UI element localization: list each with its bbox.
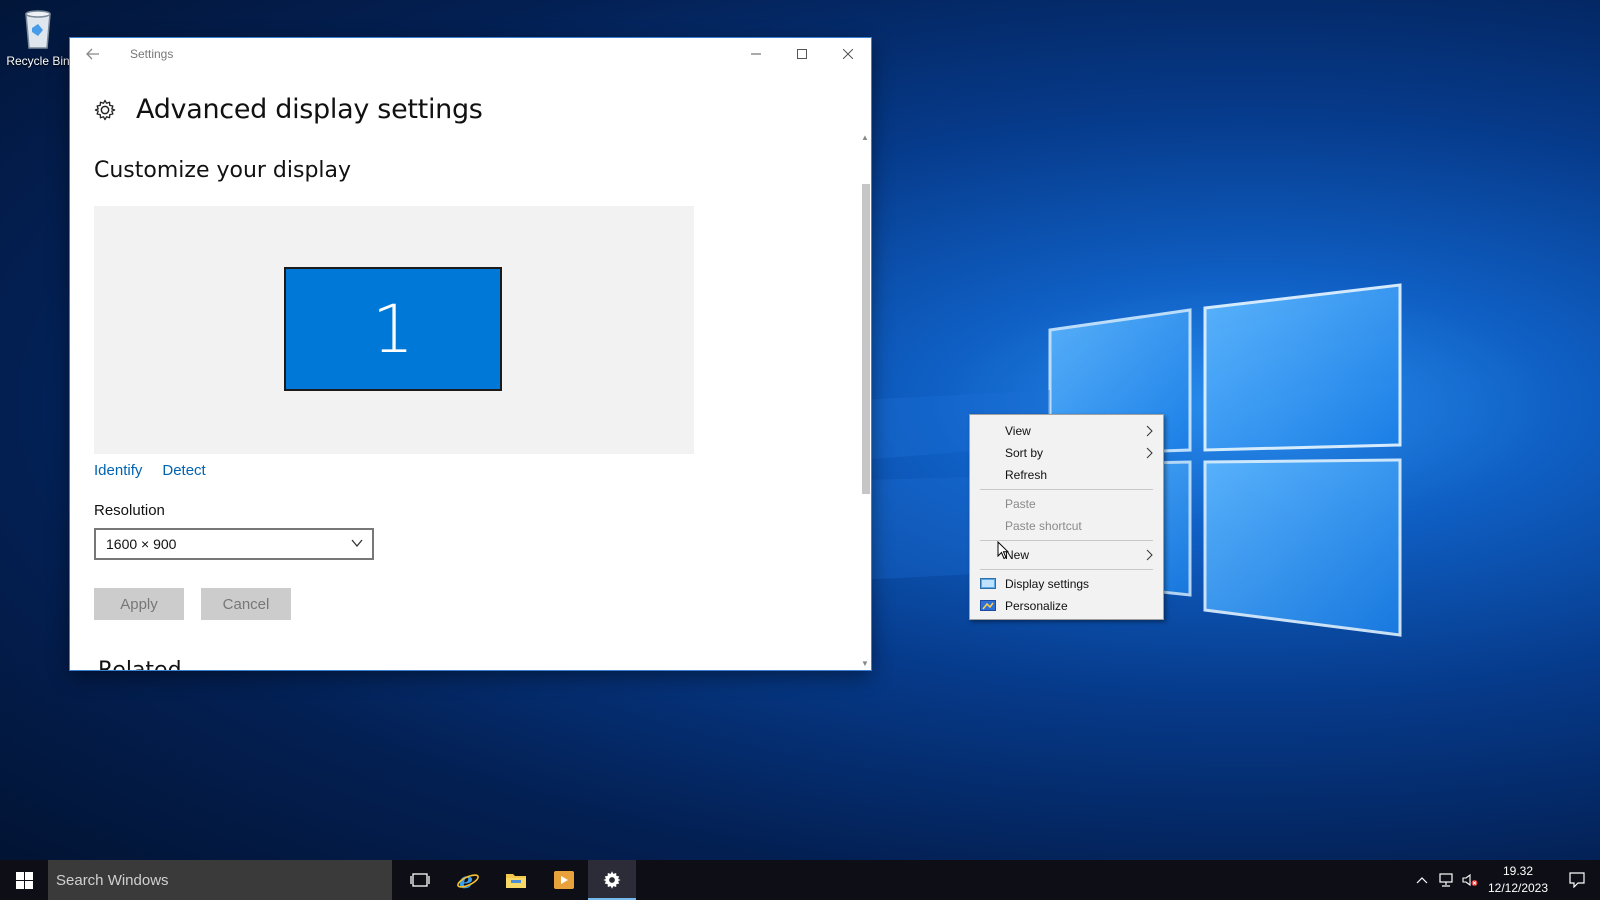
page-title: Advanced display settings bbox=[136, 94, 483, 125]
media-player-icon bbox=[554, 871, 574, 889]
menu-item-paste-shortcut[interactable]: Paste shortcut bbox=[970, 515, 1163, 537]
display-preview-area: 1 bbox=[94, 206, 694, 454]
menu-item-sort-by[interactable]: Sort by bbox=[970, 442, 1163, 464]
scrollbar-thumb[interactable] bbox=[862, 184, 870, 494]
clock-date: 12/12/2023 bbox=[1487, 881, 1549, 895]
vertical-scrollbar[interactable]: ▲ ▼ bbox=[859, 134, 871, 670]
chevron-up-icon bbox=[1416, 877, 1428, 884]
scroll-up-icon[interactable]: ▲ bbox=[861, 134, 869, 142]
resolution-value: 1600 × 900 bbox=[106, 536, 177, 552]
recycle-bin-label: Recycle Bin bbox=[6, 54, 70, 68]
action-center-button[interactable] bbox=[1554, 860, 1600, 900]
notification-icon bbox=[1569, 872, 1585, 888]
recycle-bin-icon bbox=[18, 6, 58, 50]
chevron-right-icon bbox=[1146, 425, 1153, 437]
personalize-icon bbox=[980, 600, 996, 611]
file-explorer-button[interactable] bbox=[492, 860, 540, 900]
search-box[interactable]: Search Windows bbox=[48, 860, 392, 900]
section-title: Customize your display bbox=[94, 158, 352, 183]
close-button[interactable] bbox=[825, 38, 871, 70]
resolution-label: Resolution bbox=[94, 502, 165, 519]
identify-link[interactable]: Identify bbox=[94, 462, 142, 479]
file-explorer-icon bbox=[506, 874, 526, 888]
monitor-1-tile[interactable]: 1 bbox=[284, 267, 502, 391]
mouse-cursor-icon bbox=[997, 541, 1009, 560]
chevron-down-icon bbox=[351, 539, 363, 548]
volume-button[interactable] bbox=[1458, 860, 1482, 900]
back-arrow-icon[interactable] bbox=[70, 38, 116, 70]
settings-window: Settings Advanced display settings Custo… bbox=[70, 38, 871, 670]
task-view-icon bbox=[410, 873, 430, 887]
settings-icon bbox=[603, 871, 621, 889]
menu-item-display-settings[interactable]: Display settings bbox=[970, 573, 1163, 595]
chevron-right-icon bbox=[1146, 549, 1153, 561]
maximize-button[interactable] bbox=[779, 38, 825, 70]
resolution-dropdown[interactable]: 1600 × 900 bbox=[94, 528, 374, 560]
desktop-icon-recycle-bin[interactable]: Recycle Bin bbox=[4, 6, 72, 68]
window-title: Settings bbox=[130, 47, 174, 61]
internet-explorer-icon: e bbox=[457, 868, 479, 892]
internet-explorer-button[interactable]: e bbox=[444, 860, 492, 900]
start-button[interactable] bbox=[0, 860, 48, 900]
clock-time: 19.32 bbox=[1502, 864, 1534, 878]
menu-item-personalize[interactable]: Personalize bbox=[970, 595, 1163, 617]
desktop-context-menu: View Sort by Refresh Paste Paste shortcu… bbox=[969, 414, 1164, 620]
windows-logo-icon bbox=[15, 871, 33, 889]
task-view-button[interactable] bbox=[396, 860, 444, 900]
menu-item-refresh[interactable]: Refresh bbox=[970, 464, 1163, 486]
detect-link[interactable]: Detect bbox=[162, 462, 205, 479]
menu-item-paste[interactable]: Paste bbox=[970, 493, 1163, 515]
media-player-button[interactable] bbox=[540, 860, 588, 900]
page-header: Advanced display settings bbox=[94, 94, 483, 125]
volume-muted-icon bbox=[1462, 873, 1478, 887]
network-icon bbox=[1439, 873, 1453, 887]
taskbar: Search Windows e 19.32 12/12/2023 bbox=[0, 860, 1600, 900]
clock[interactable]: 19.32 12/12/2023 bbox=[1482, 863, 1554, 897]
scroll-down-icon[interactable]: ▼ bbox=[861, 660, 869, 668]
title-bar[interactable]: Settings bbox=[70, 38, 871, 70]
menu-separator bbox=[980, 569, 1153, 570]
cancel-button[interactable]: Cancel bbox=[201, 588, 291, 620]
system-tray: 19.32 12/12/2023 bbox=[1410, 860, 1600, 900]
next-section-heading: Related settings bbox=[98, 660, 208, 670]
show-hidden-icons-button[interactable] bbox=[1410, 860, 1434, 900]
settings-taskbar-button[interactable] bbox=[588, 860, 636, 900]
menu-item-view[interactable]: View bbox=[970, 420, 1163, 442]
apply-button[interactable]: Apply bbox=[94, 588, 184, 620]
minimize-button[interactable] bbox=[733, 38, 779, 70]
display-settings-icon bbox=[980, 578, 996, 589]
network-button[interactable] bbox=[1434, 860, 1458, 900]
chevron-right-icon bbox=[1146, 447, 1153, 459]
gear-icon bbox=[94, 99, 116, 120]
monitor-number: 1 bbox=[372, 290, 414, 368]
search-placeholder: Search Windows bbox=[56, 871, 169, 889]
menu-separator bbox=[980, 489, 1153, 490]
